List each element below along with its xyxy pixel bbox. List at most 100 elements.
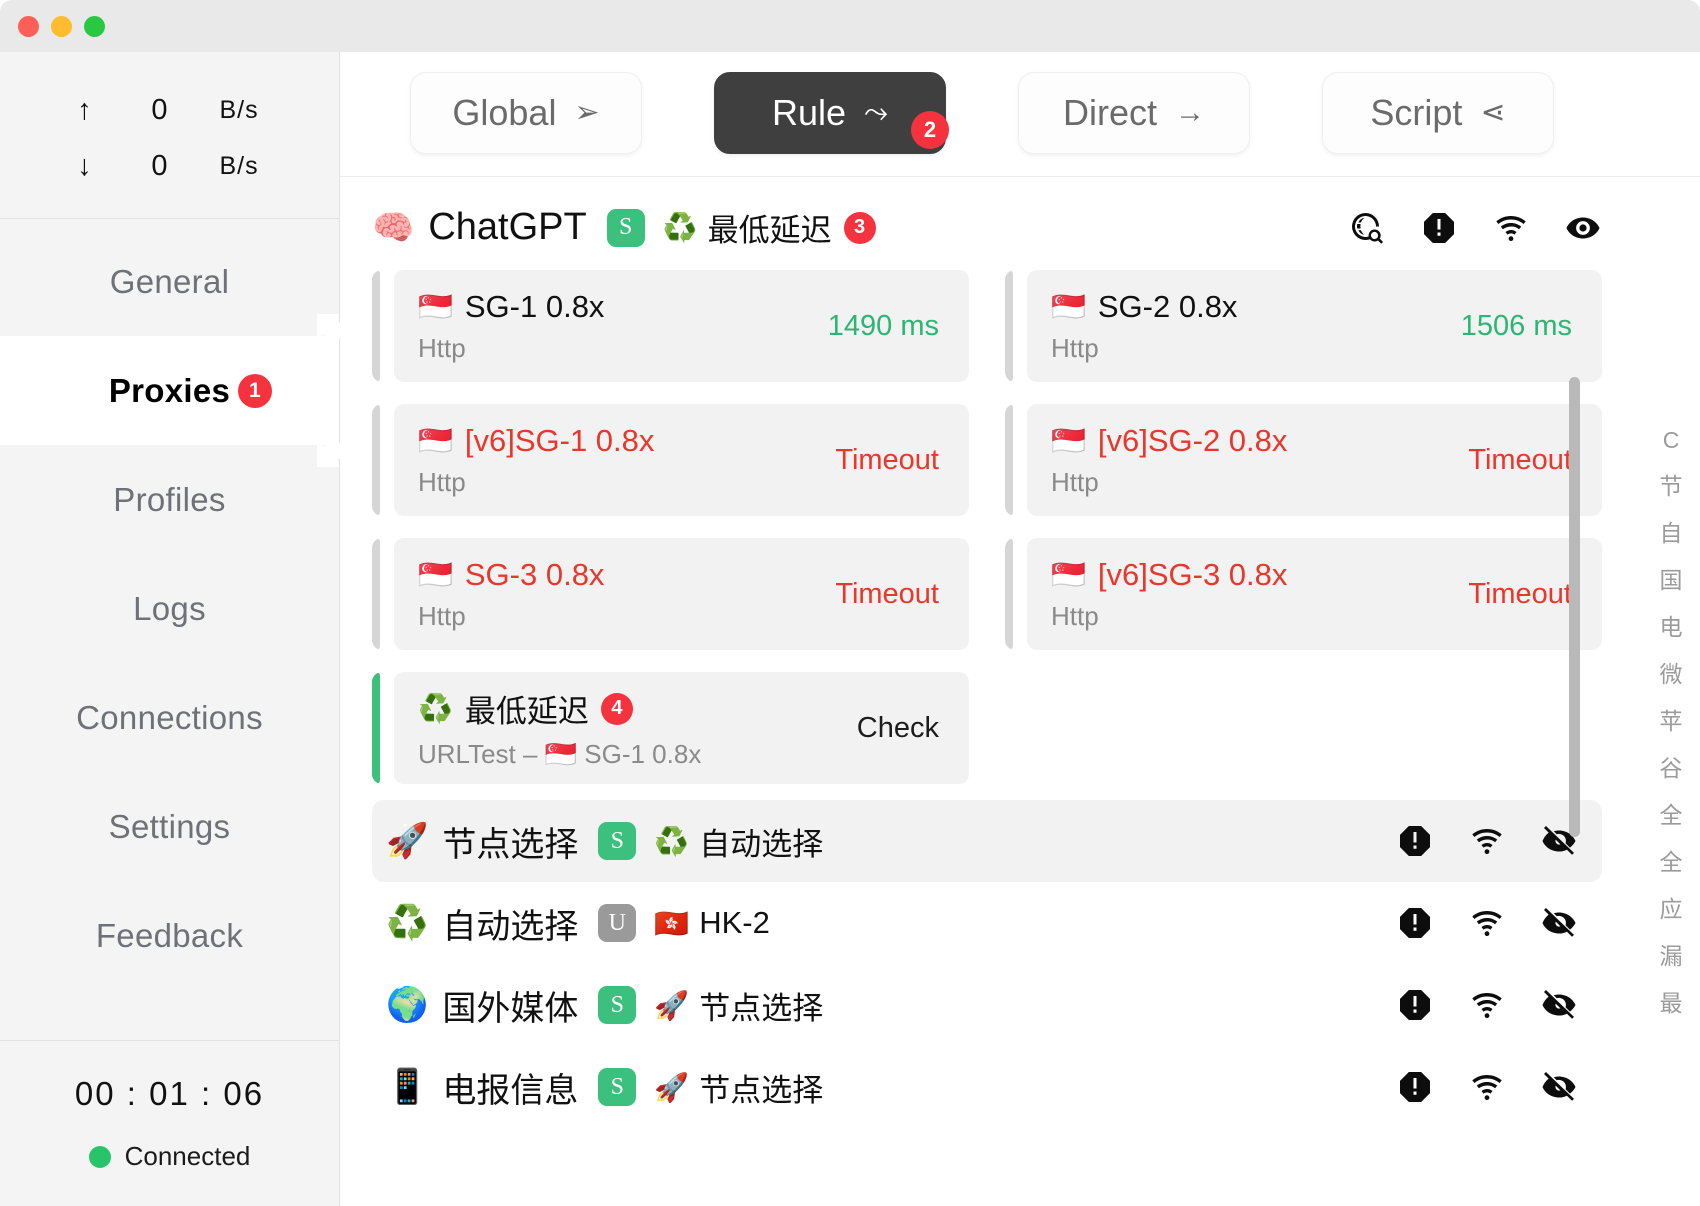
index-item[interactable]: 最 [1660, 984, 1683, 1018]
node-check-button[interactable]: Check [857, 712, 939, 745]
speed-test-icon[interactable] [1468, 822, 1506, 860]
index-item[interactable]: 国 [1660, 561, 1683, 595]
sidebar-item-proxies[interactable]: Proxies 1 [0, 314, 339, 467]
sidebar-item-connections[interactable]: Connections [0, 663, 339, 772]
speed-test-icon[interactable] [1468, 986, 1506, 1024]
alert-octagon-icon[interactable] [1396, 904, 1434, 942]
node-card[interactable]: 🇸🇬 [v6]SG-2 0.8x Http Timeout [1005, 404, 1602, 516]
node-card[interactable]: 🇸🇬 SG-1 0.8x Http 1490 ms [372, 270, 969, 382]
arrow-right-icon: ➢ [574, 96, 600, 129]
node-card[interactable]: 🇸🇬 [v6]SG-1 0.8x Http Timeout [372, 404, 969, 516]
group-title: ChatGPT [428, 206, 587, 248]
title-bar [0, 0, 1700, 52]
group-type-badge: S [606, 208, 645, 247]
tab-direct-label: Direct [1062, 92, 1157, 133]
index-item[interactable]: 全 [1660, 843, 1683, 877]
group-row-auto-select[interactable]: ♻️ 自动选择 U 🇭🇰 HK-2 [372, 882, 1602, 964]
eye-off-icon[interactable] [1540, 1068, 1578, 1106]
group-name: 节点选择 [442, 825, 579, 864]
speed-test-icon[interactable] [1468, 904, 1506, 942]
alert-octagon-icon[interactable] [1420, 209, 1458, 247]
recycle-icon: ♻️ [386, 904, 429, 942]
group-index-strip[interactable]: C 节 自 国 电 微 苹 谷 全 全 应 漏 最 [1642, 177, 1700, 1206]
sidebar-item-profiles[interactable]: Profiles [0, 445, 339, 554]
globe-search-icon[interactable] [1348, 209, 1386, 247]
minimize-icon[interactable] [51, 15, 72, 37]
main-area: Global ➢ Rule ⤳ 2 Direct → Script ⋖ 🧠 Ch… [340, 52, 1700, 1206]
traffic-stats: ↑ 0 B/s ↓ 0 B/s [0, 52, 339, 219]
eye-off-icon[interactable] [1540, 986, 1578, 1024]
sidebar-item-label: General [109, 262, 230, 300]
node-card-selected[interactable]: ♻️ 最低延迟 4 URLTest – 🇸🇬 SG-1 0.8x Check [372, 672, 969, 784]
sidebar-item-settings[interactable]: Settings [0, 772, 339, 881]
group-selected-node: 节点选择 [699, 990, 824, 1026]
index-item[interactable]: 漏 [1660, 937, 1683, 971]
index-item[interactable]: 苹 [1660, 702, 1683, 736]
node-name: SG-3 0.8x [464, 556, 605, 592]
group-list: 🚀 节点选择 S ♻️ 自动选择 ♻️ 自动选择 U 🇭🇰 HK-2 🌍 国外媒… [340, 784, 1642, 1128]
index-item[interactable]: 自 [1660, 514, 1683, 548]
node-grid: 🇸🇬 SG-1 0.8x Http 1490 ms 🇸🇬 SG-2 0.8x H… [340, 270, 1642, 784]
index-item[interactable]: 全 [1660, 796, 1683, 830]
upload-arrow-icon: ↑ [77, 93, 92, 126]
node-card[interactable]: 🇸🇬 SG-2 0.8x Http 1506 ms [1005, 270, 1602, 382]
upload-value: 0 [151, 93, 168, 126]
group-type-badge: S [598, 822, 637, 860]
download-stat: ↓ 0 B/s [0, 138, 339, 194]
index-item[interactable]: 谷 [1660, 749, 1683, 783]
index-item[interactable]: 节 [1660, 467, 1683, 501]
eye-off-icon[interactable] [1540, 904, 1578, 942]
maximize-icon[interactable] [84, 15, 105, 37]
node-title-row: 🇸🇬 [v6]SG-1 0.8x [418, 423, 835, 459]
script-branch-icon: ⋖ [1480, 96, 1506, 129]
index-item[interactable]: 微 [1660, 655, 1683, 689]
speed-test-icon[interactable] [1492, 209, 1530, 247]
index-item[interactable]: 电 [1660, 608, 1683, 642]
speed-test-icon[interactable] [1468, 1068, 1506, 1106]
sidebar: ↑ 0 B/s ↓ 0 B/s General Proxies 1 Profil… [0, 52, 340, 1206]
sidebar-item-general[interactable]: General [0, 227, 339, 336]
sidebar-item-feedback[interactable]: Feedback [0, 881, 339, 990]
app-window: ↑ 0 B/s ↓ 0 B/s General Proxies 1 Profil… [0, 0, 1700, 1206]
close-icon[interactable] [18, 15, 39, 37]
tab-rule-badge: 2 [911, 111, 949, 149]
group-row-node-select[interactable]: 🚀 节点选择 S ♻️ 自动选择 [372, 800, 1602, 882]
vertical-scrollbar[interactable] [1569, 377, 1580, 837]
flag-icon: 🇸🇬 [418, 559, 453, 590]
index-item[interactable]: C [1663, 427, 1680, 454]
group-row-telegram[interactable]: 📱 电报信息 S 🚀 节点选择 [372, 1046, 1602, 1128]
node-accent-bar-selected [372, 672, 380, 784]
node-card[interactable]: 🇸🇬 SG-3 0.8x Http Timeout [372, 538, 969, 650]
node-protocol: Http [1051, 600, 1099, 631]
connection-status: Connected [0, 1141, 339, 1172]
sidebar-item-logs[interactable]: Logs [0, 554, 339, 663]
group-header-chatgpt[interactable]: 🧠 ChatGPT S ♻️ 最低延迟 3 [340, 177, 1642, 270]
flag-icon: 🇸🇬 [1051, 291, 1086, 322]
group-type-badge: S [598, 1068, 637, 1106]
tab-direct[interactable]: Direct → [1018, 72, 1250, 154]
sidebar-item-label: Logs [133, 589, 206, 627]
node-name: SG-1 0.8x [464, 288, 605, 324]
group-selected-node: 自动选择 [699, 826, 824, 862]
tab-global[interactable]: Global ➢ [410, 72, 642, 154]
alert-octagon-icon[interactable] [1396, 986, 1434, 1024]
node-accent-bar [1005, 538, 1013, 650]
eye-icon[interactable] [1564, 209, 1602, 247]
alert-octagon-icon[interactable] [1396, 822, 1434, 860]
node-card[interactable]: 🇸🇬 [v6]SG-3 0.8x Http Timeout [1005, 538, 1602, 650]
mode-tabs: Global ➢ Rule ⤳ 2 Direct → Script ⋖ [340, 52, 1700, 177]
tab-rule-label: Rule [771, 92, 847, 133]
tab-script[interactable]: Script ⋖ [1322, 72, 1554, 154]
group-actions [1396, 986, 1578, 1024]
group-row-foreign-media[interactable]: 🌍 国外媒体 S 🚀 节点选择 [372, 964, 1602, 1046]
download-unit: B/s [219, 151, 259, 180]
node-title-row: 🇸🇬 SG-1 0.8x [418, 289, 828, 325]
proxy-content: 🧠 ChatGPT S ♻️ 最低延迟 3 🇸🇬 SG-1 0.8x Http … [340, 177, 1642, 1206]
alert-octagon-icon[interactable] [1396, 1068, 1434, 1106]
download-arrow-icon: ↓ [77, 149, 92, 182]
uptime-timer: 00 : 01 : 06 [74, 1075, 265, 1112]
tab-rule[interactable]: Rule ⤳ 2 [714, 72, 949, 154]
upload-stat: ↑ 0 B/s [0, 82, 339, 138]
node-protocol: Http [1051, 332, 1099, 363]
index-item[interactable]: 应 [1660, 890, 1683, 924]
